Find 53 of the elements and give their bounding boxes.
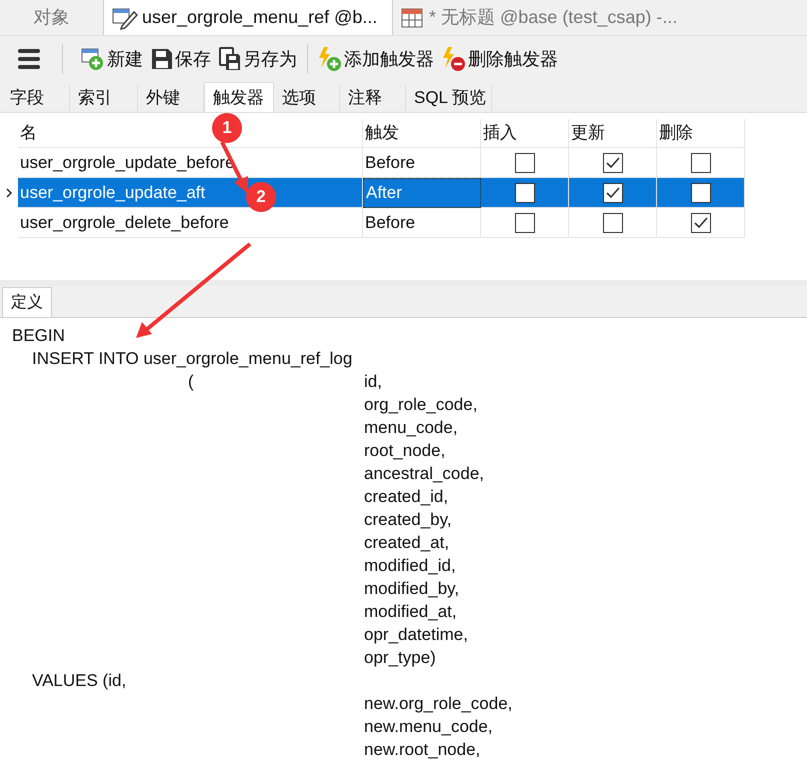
code-text: org_role_code,	[364, 394, 478, 416]
code-text: modified_by,	[364, 578, 460, 600]
checkbox[interactable]	[690, 212, 710, 232]
checkbox[interactable]	[602, 182, 622, 202]
code-text: created_at,	[364, 532, 450, 554]
code-text: new.root_node,	[364, 739, 482, 761]
checkbox[interactable]	[514, 152, 534, 172]
bolt-plus-icon	[318, 46, 342, 72]
table-cell: Before	[363, 148, 481, 178]
code-text: root_node,	[364, 440, 446, 462]
checkmark-icon	[604, 156, 620, 170]
checkmark-icon	[604, 186, 620, 200]
checkbox[interactable]	[690, 152, 710, 172]
toolbar-button[interactable]: 保存	[149, 46, 213, 72]
checkbox[interactable]	[690, 182, 710, 202]
table-cell: After	[363, 178, 481, 208]
table-cell: user_orgrole_delete_before	[18, 208, 363, 238]
table-plus-icon	[81, 47, 105, 71]
tab[interactable]: 触发器	[204, 82, 274, 112]
code-text: modified_id,	[364, 555, 457, 577]
code-text: VALUES (id,	[32, 670, 128, 692]
checkbox[interactable]	[514, 212, 534, 232]
code-text: opr_type)	[364, 647, 437, 669]
document-tab[interactable]: user_orgrole_menu_ref @b...	[103, 0, 393, 35]
table-pencil-icon	[112, 6, 138, 30]
toolbar-button[interactable]: 新建	[79, 46, 145, 72]
code-text: ancestral_code,	[364, 463, 486, 485]
code-text: opr_datetime,	[364, 624, 469, 646]
table-icon	[401, 6, 425, 28]
code-text: modified_at,	[364, 601, 458, 623]
code-text: menu_code,	[364, 417, 459, 439]
checkbox[interactable]	[514, 182, 534, 202]
code-text: id,	[364, 371, 383, 393]
save-icon	[151, 48, 173, 70]
toolbar-button[interactable]: 另存为	[217, 46, 299, 72]
menu-icon[interactable]	[18, 49, 40, 69]
toolbar-button[interactable]: 删除触发器	[440, 46, 560, 72]
checkbox[interactable]	[602, 212, 622, 232]
code-text: new.org_role_code,	[364, 693, 514, 715]
checkmark-icon	[692, 216, 708, 230]
bolt-minus-icon	[442, 46, 466, 72]
code-text: created_id,	[364, 486, 450, 508]
toolbar-button[interactable]: 添加触发器	[316, 46, 436, 72]
code-text: new.menu_code,	[364, 716, 494, 738]
checkbox[interactable]	[602, 152, 622, 172]
code-text: (	[188, 371, 195, 393]
save-copy-icon	[219, 47, 241, 71]
code-text: created_by,	[364, 509, 453, 531]
code-text: INSERT INTO user_orgrole_menu_ref_log	[32, 348, 354, 370]
code-text: BEGIN	[11, 325, 66, 347]
row-pointer-icon	[6, 188, 12, 198]
table-cell: Before	[363, 208, 481, 238]
definition-tab[interactable]: 定义	[2, 287, 52, 317]
